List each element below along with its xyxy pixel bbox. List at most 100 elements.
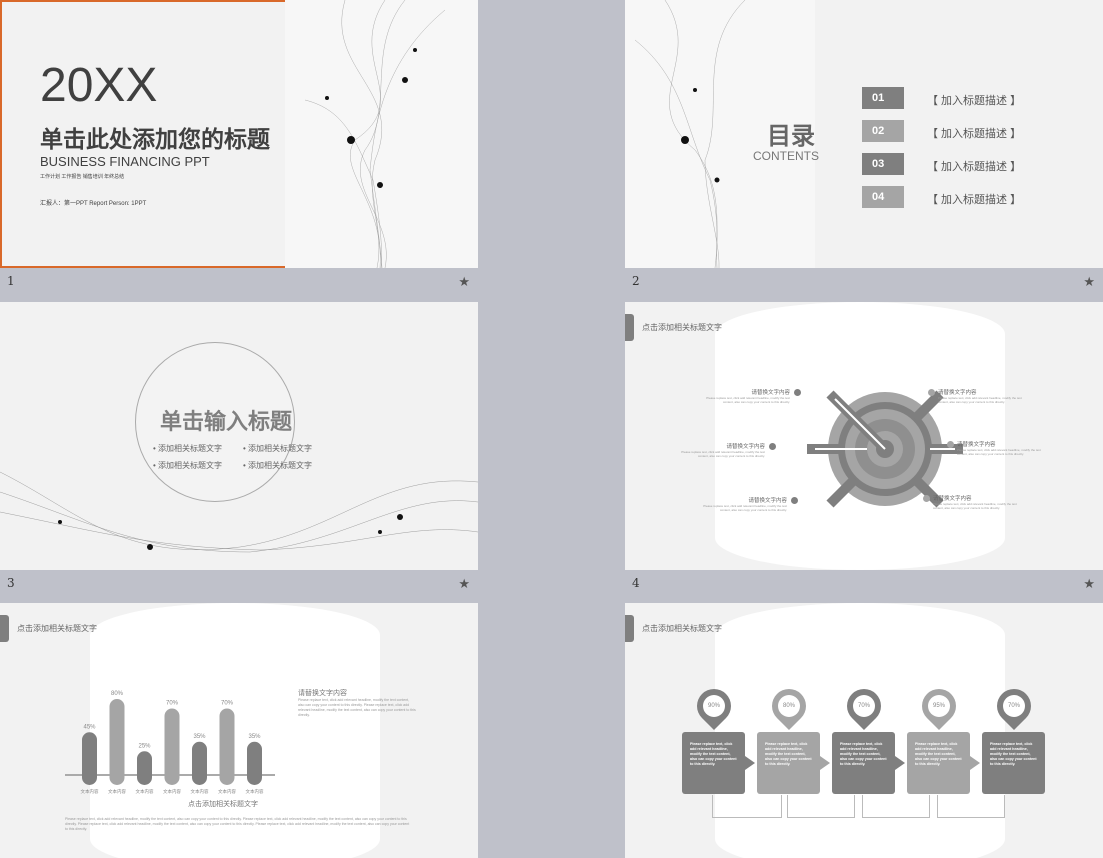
- slide-number: 1: [7, 274, 15, 288]
- slide-header: 点击添加相关标题文字: [642, 624, 722, 633]
- category-label: 文本内容: [163, 788, 181, 795]
- item-title: 请替换文字内容: [933, 496, 972, 502]
- slide-number: 4: [632, 576, 640, 590]
- chart-caption: 点击添加相关标题文字: [188, 801, 258, 808]
- toc-item-label[interactable]: 【 加入标题描述 】: [927, 158, 1021, 174]
- item-title: 请替换文字内容: [748, 498, 787, 504]
- slide-thumbnail-1[interactable]: 20XX 单击此处添加您的标题 BUSINESS FINANCING PPT 工…: [0, 0, 478, 268]
- slide-header: 点击添加相关标题文字: [642, 323, 722, 332]
- slide-subtitle: BUSINESS FINANCING PPT: [40, 154, 210, 169]
- category-label: 文本内容: [81, 788, 99, 795]
- header-accent: [625, 314, 634, 341]
- item-text: Please replace text, click add relevant …: [957, 448, 1041, 456]
- diagram-item: 请替换文字内容 Please replace text, click add re…: [938, 388, 1028, 404]
- slide-label-bar-4: 4 ★: [625, 570, 1103, 600]
- pin-percent: 70%: [853, 695, 875, 717]
- slide-thumbnail-3[interactable]: 单击输入标题 • 添加相关标题文字 • 添加相关标题文字 • 添加相关标题文字 • 添…: [0, 302, 478, 570]
- bar-label: 70%: [221, 701, 234, 707]
- white-panel: [715, 603, 1005, 858]
- header-accent: [0, 615, 9, 642]
- step-arrow: [745, 756, 755, 770]
- diagram-item: 请替换文字内容 Please replace text, click add re…: [933, 494, 1023, 510]
- step-box: Please replace text, click add relevant …: [982, 732, 1045, 794]
- animation-star-icon[interactable]: ★: [1083, 576, 1095, 592]
- category-label: 文本内容: [136, 788, 154, 795]
- chart-bar: [109, 699, 125, 785]
- category-label: 文本内容: [246, 788, 264, 795]
- connector-line: [712, 795, 782, 818]
- bullet-text: 添加相关标题文字: [158, 461, 223, 470]
- slide-thumbnail-2[interactable]: 目录 CONTENTS 01 【 加入标题描述 】 02 【 加入标题描述 】 03 【 …: [625, 0, 1103, 268]
- step-box: Please replace text, click add relevant …: [907, 732, 970, 794]
- toc-number-4[interactable]: 04: [862, 186, 904, 208]
- chart-bar: [247, 741, 262, 785]
- bullet-text: 添加相关标题文字: [248, 461, 313, 470]
- item-text: Please replace text, click add relevant …: [938, 396, 1022, 404]
- slide-thumbnail-4[interactable]: 点击添加相关标题文字 请替换文字内容 Please replace text, c…: [625, 302, 1103, 570]
- bullet-item: • 添加相关标题文字: [153, 461, 223, 470]
- chart-bar: [164, 708, 180, 785]
- chart-bar: [192, 741, 207, 785]
- animation-star-icon[interactable]: ★: [458, 274, 470, 290]
- item-text: Please replace text, click add relevant …: [933, 502, 1017, 510]
- bar-label: 80%: [111, 691, 124, 697]
- toc-title-en: CONTENTS: [753, 149, 819, 163]
- item-dot: [928, 389, 935, 396]
- side-text: Please replace text, click add relevant …: [298, 698, 416, 717]
- connector-line: [787, 795, 855, 818]
- item-text: Please replace text, click add relevant …: [681, 450, 765, 458]
- connector-line: [862, 795, 930, 818]
- slide-thumbnail-6[interactable]: 点击添加相关标题文字 90% Please replace text, click…: [625, 603, 1103, 858]
- category-label: 文本内容: [191, 788, 209, 795]
- bar-label: 70%: [166, 701, 179, 707]
- diagram-item: 请替换文字内容 Please replace text, click add re…: [700, 388, 790, 404]
- diagram-item: 请替换文字内容 Please replace text, click add re…: [697, 496, 787, 512]
- pin-percent: 95%: [928, 695, 950, 717]
- bar-chart: 45% 文本内容 80% 文本内容 25% 文本内容 70% 文本内容 35% 文本内容 70% 文本…: [65, 691, 275, 795]
- toc-item-label[interactable]: 【 加入标题描述 】: [927, 191, 1021, 207]
- slide-label-bar-1: 1 ★: [0, 268, 478, 298]
- toc-number-1[interactable]: 01: [862, 87, 904, 109]
- chart-bar: [137, 751, 152, 785]
- item-title: 请替换文字内容: [938, 390, 977, 396]
- slide-tags: 工作计划 工作报告 销售培训 年终总结: [40, 174, 125, 180]
- toc-title: 目录: [767, 123, 815, 150]
- category-label: 文本内容: [108, 788, 126, 795]
- step-arrow: [970, 756, 980, 770]
- bullet-item: • 添加相关标题文字: [153, 444, 223, 453]
- slide-reporter: 汇报人：第一PPT Report Person: 1PPT: [40, 201, 147, 207]
- toc-number-3[interactable]: 03: [862, 153, 904, 175]
- step-arrow: [820, 756, 830, 770]
- body-text: Please replace text, click add relevant …: [65, 817, 410, 831]
- item-dot: [947, 441, 954, 448]
- bullet-text: 添加相关标题文字: [158, 444, 223, 453]
- chart-bar: [82, 732, 97, 785]
- bullet-text: 添加相关标题文字: [248, 444, 313, 453]
- toc-item-label[interactable]: 【 加入标题描述 】: [927, 125, 1021, 141]
- bar-label: 35%: [193, 734, 206, 740]
- pin-percent: 80%: [778, 695, 800, 717]
- slide-header: 点击添加相关标题文字: [17, 624, 97, 633]
- step-box: Please replace text, click add relevant …: [832, 732, 895, 794]
- decorative-lines-image: [285, 0, 478, 268]
- animation-star-icon[interactable]: ★: [458, 576, 470, 592]
- slide-thumbnail-5[interactable]: 点击添加相关标题文字 45% 文本内容 80% 文本内容 25% 文本内容 70% 文本内容 3…: [0, 603, 478, 858]
- slide-label-bar-2: 2 ★: [625, 268, 1103, 298]
- item-text: Please replace text, click add relevant …: [703, 504, 787, 512]
- toc-item-label[interactable]: 【 加入标题描述 】: [927, 92, 1021, 108]
- item-dot: [923, 495, 930, 502]
- pin-percent: 70%: [1003, 695, 1025, 717]
- diagram-item: 请替换文字内容 Please replace text, click add re…: [675, 442, 765, 458]
- step-box: Please replace text, click add relevant …: [757, 732, 820, 794]
- bar-label: 35%: [248, 734, 261, 740]
- bar-label: 25%: [138, 743, 151, 749]
- slide-number: 2: [632, 274, 640, 288]
- chart-bar: [219, 708, 235, 785]
- item-dot: [791, 497, 798, 504]
- toc-number-2[interactable]: 02: [862, 120, 904, 142]
- animation-star-icon[interactable]: ★: [1083, 274, 1095, 290]
- connector-line: [937, 795, 1005, 818]
- item-title: 请替换文字内容: [751, 390, 790, 396]
- slide-number: 3: [7, 576, 15, 590]
- bullet-item: • 添加相关标题文字: [243, 461, 313, 470]
